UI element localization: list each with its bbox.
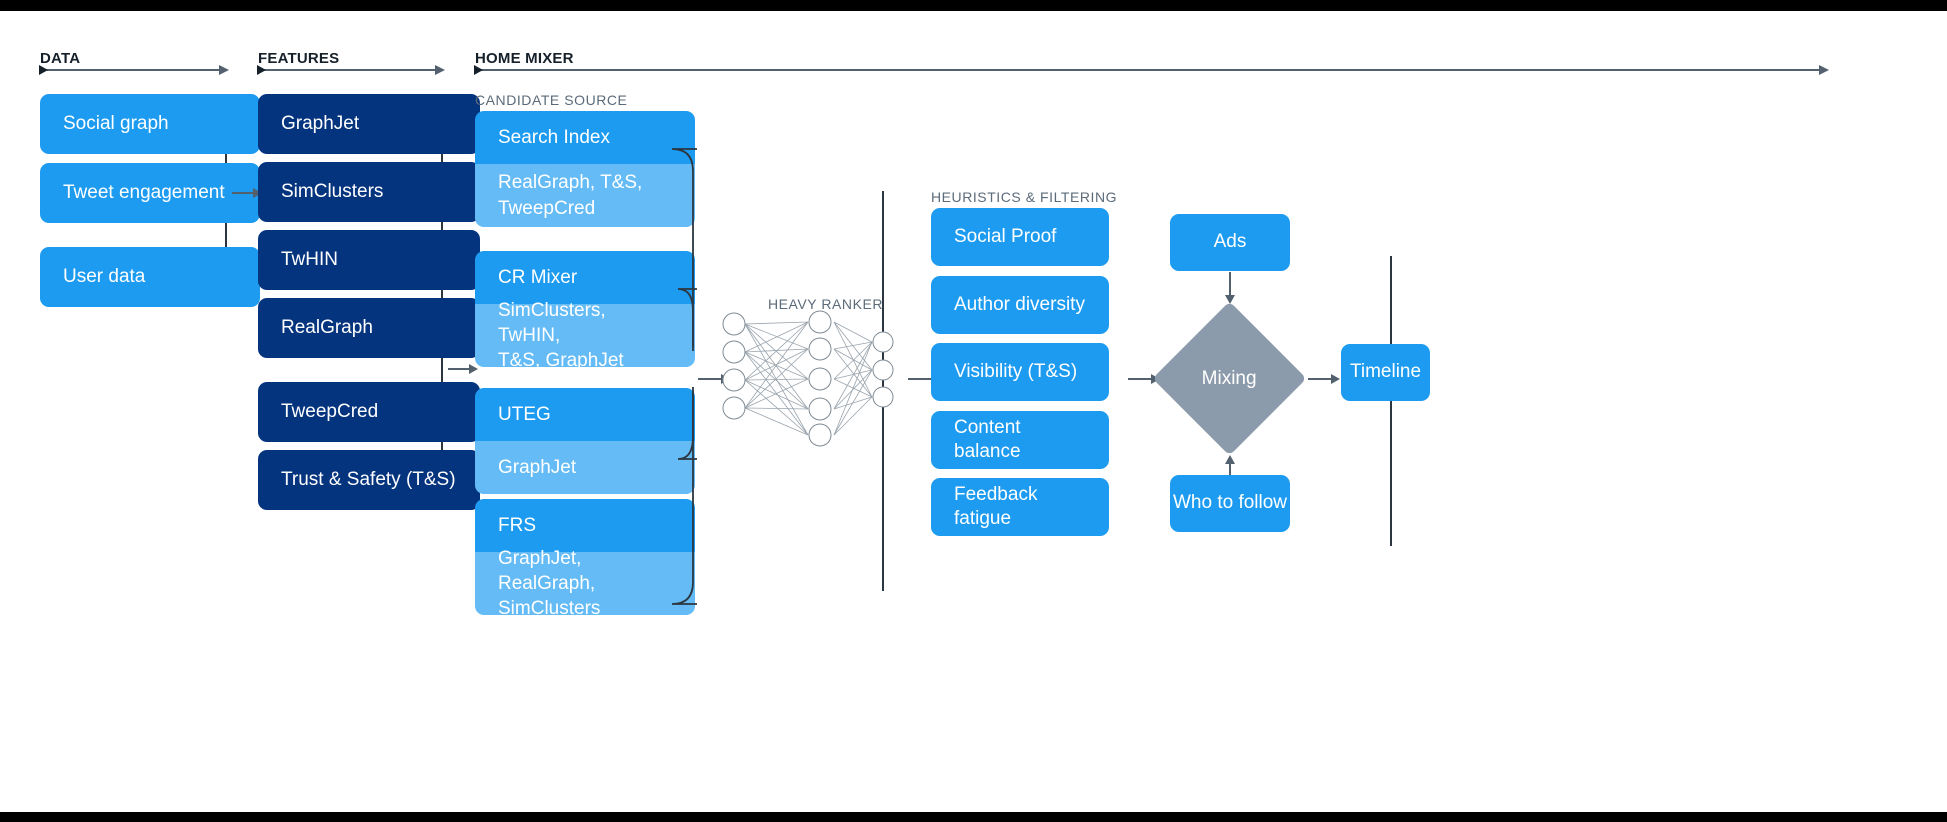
heuristic-box-content-balance[interactable]: Content balance xyxy=(931,411,1109,469)
heuristic-box-label: Visibility (T&S) xyxy=(954,360,1078,382)
output-box-label: Timeline xyxy=(1349,361,1422,383)
mixing-label: Mixing xyxy=(1202,367,1257,389)
heuristic-box-label: Feedback fatigue xyxy=(954,483,1038,529)
heuristic-box-label: Author diversity xyxy=(954,293,1085,315)
heuristic-box-feedback-fatigue[interactable]: Feedback fatigue xyxy=(931,478,1109,536)
heuristic-box-visibility[interactable]: Visibility (T&S) xyxy=(931,343,1109,401)
output-box-label: Who to follow xyxy=(1172,492,1288,514)
arrow-mixing-to-timeline xyxy=(1308,373,1340,384)
arrow-ranker-to-heuristics xyxy=(908,373,940,384)
output-box-ads[interactable]: Ads xyxy=(1170,214,1290,271)
diagram-canvas: DATA FEATURES HOME MIXER Social graph Tw… xyxy=(0,11,1947,812)
top-letterbox-bar xyxy=(0,0,1947,11)
heuristic-box-author-diversity[interactable]: Author diversity xyxy=(931,276,1109,334)
output-box-timeline[interactable]: Timeline xyxy=(1341,344,1430,401)
arrow-ads-to-mixing xyxy=(1224,272,1235,304)
heuristic-box-label: Content balance xyxy=(954,416,1021,462)
heuristic-box-label: Social Proof xyxy=(954,225,1057,247)
heuristic-box-social-proof[interactable]: Social Proof xyxy=(931,208,1109,266)
output-box-label: Ads xyxy=(1213,231,1247,253)
sublabel-heuristics: HEURISTICS & FILTERING xyxy=(931,189,1118,205)
output-box-who-to-follow[interactable]: Who to follow xyxy=(1170,475,1290,532)
bottom-letterbox-bar xyxy=(0,812,1947,822)
arrow-heuristics-to-mixing xyxy=(1128,373,1160,384)
